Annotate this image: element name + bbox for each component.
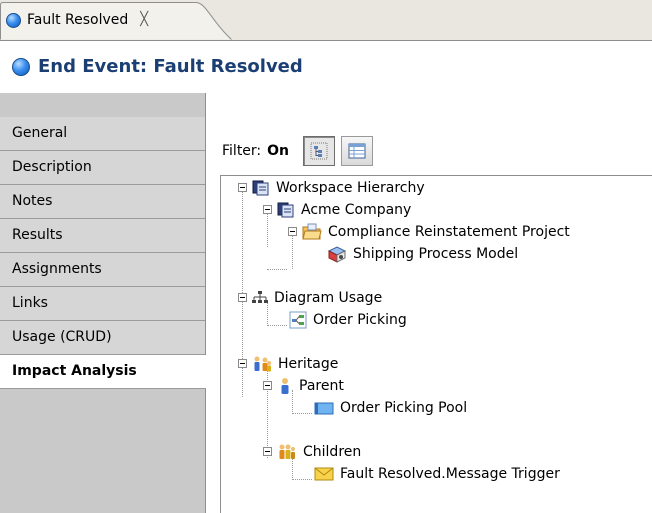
pool-icon <box>314 402 334 415</box>
tree-node-order-picking-pool[interactable]: Order Picking Pool <box>314 397 467 419</box>
children-figures-icon <box>279 444 295 459</box>
tree-node-acme-company[interactable]: Acme Company <box>277 199 411 221</box>
collapse-toggle[interactable] <box>263 381 272 390</box>
node-label: Compliance Reinstatement Project <box>328 224 570 240</box>
sidebar-item-label: General <box>12 125 68 141</box>
tab-title: Fault Resolved <box>27 12 129 28</box>
hierarchy-view-button[interactable] <box>303 136 336 166</box>
parent-figure-icon <box>281 378 289 394</box>
collapse-toggle[interactable] <box>288 227 297 236</box>
sidebar-item-label: Results <box>12 227 63 243</box>
tree-node-children[interactable]: Children <box>277 441 361 463</box>
sidebar-item-label: Impact Analysis <box>12 363 137 379</box>
hierarchy-diagram-icon <box>252 291 268 303</box>
tree-connector <box>292 236 293 269</box>
node-label: Diagram Usage <box>274 290 383 306</box>
sidebar-item-label: Notes <box>12 193 53 209</box>
sidebar-item-notes[interactable]: Notes <box>0 185 205 219</box>
collapse-toggle[interactable] <box>263 205 272 214</box>
sidebar-item-label: Usage (CRUD) <box>12 329 112 345</box>
tree-node-message-trigger[interactable]: Fault Resolved.Message Trigger <box>314 463 560 485</box>
impact-analysis-tree: Workspace Hierarchy Acme Company Complia… <box>220 175 652 513</box>
tree-node-order-picking[interactable]: Order Picking <box>289 309 407 331</box>
tree-connector <box>292 479 312 480</box>
collapse-toggle[interactable] <box>238 183 247 192</box>
sidebar-item-links[interactable]: Links <box>0 287 205 321</box>
node-label: Acme Company <box>301 202 412 218</box>
collapse-toggle[interactable] <box>263 447 272 456</box>
page-title: End Event: Fault Resolved <box>38 56 303 77</box>
sidebar-item-usage-crud[interactable]: Usage (CRUD) <box>0 321 205 355</box>
filter-bar: Filter: On <box>222 136 374 166</box>
repository-icon <box>277 202 294 218</box>
sidebar-item-general[interactable]: General <box>0 117 205 151</box>
tab-fault-resolved[interactable]: Fault Resolved ╳ <box>0 2 232 40</box>
node-label: Heritage <box>278 356 339 372</box>
sidebar-item-description[interactable]: Description <box>0 151 205 185</box>
sidebar-item-impact-analysis[interactable]: Impact Analysis <box>0 355 206 389</box>
sidebar-item-label: Description <box>12 159 92 175</box>
node-label: Order Picking Pool <box>340 400 468 416</box>
tree-connector <box>267 214 268 247</box>
project-folder-icon <box>302 223 322 240</box>
list-view-button[interactable] <box>341 136 374 166</box>
tree-node-heritage[interactable]: Heritage <box>252 353 338 375</box>
sidebar-item-results[interactable]: Results <box>0 219 205 253</box>
table-view-icon <box>348 143 366 159</box>
envelope-icon <box>314 467 334 481</box>
diagram-icon <box>289 311 307 329</box>
repository-icon <box>252 180 269 196</box>
collapse-toggle[interactable] <box>238 293 247 302</box>
heritage-figures-icon <box>254 356 271 372</box>
tree-view-icon <box>310 142 328 160</box>
page-header: End Event: Fault Resolved <box>0 41 652 94</box>
node-label: Order Picking <box>313 312 407 328</box>
tree-node-parent[interactable]: Parent <box>277 375 344 397</box>
properties-sidebar: General Description Notes Results Assign… <box>0 93 206 513</box>
close-icon[interactable]: ╳ <box>140 13 148 27</box>
main-panel: Filter: On Workspace Hierarchy Acme Comp… <box>206 93 652 513</box>
tree-node-workspace-hierarchy[interactable]: Workspace Hierarchy <box>252 177 425 199</box>
node-label: Shipping Process Model <box>353 246 519 262</box>
sidebar-item-label: Links <box>12 295 48 311</box>
editor-tab-bar: Fault Resolved ╳ <box>0 0 652 41</box>
node-label: Fault Resolved.Message Trigger <box>340 466 560 482</box>
tree-connector <box>267 325 287 326</box>
filter-label: Filter: <box>222 143 262 159</box>
sidebar-item-assignments[interactable]: Assignments <box>0 253 205 287</box>
end-event-icon <box>12 57 30 76</box>
sidebar-item-label: Assignments <box>12 261 102 277</box>
tree-node-compliance-project[interactable]: Compliance Reinstatement Project <box>302 221 570 243</box>
node-label: Children <box>303 444 362 460</box>
node-label: Parent <box>299 378 344 394</box>
collapse-toggle[interactable] <box>238 359 247 368</box>
tree-connector <box>292 413 312 414</box>
filter-state: On <box>267 143 290 159</box>
tree-node-diagram-usage[interactable]: Diagram Usage <box>252 287 382 309</box>
tree-node-shipping-model[interactable]: Shipping Process Model <box>327 243 518 265</box>
process-model-icon <box>327 246 347 263</box>
end-event-icon <box>6 12 21 28</box>
tree-connector <box>267 269 287 270</box>
node-label: Workspace Hierarchy <box>276 180 425 196</box>
